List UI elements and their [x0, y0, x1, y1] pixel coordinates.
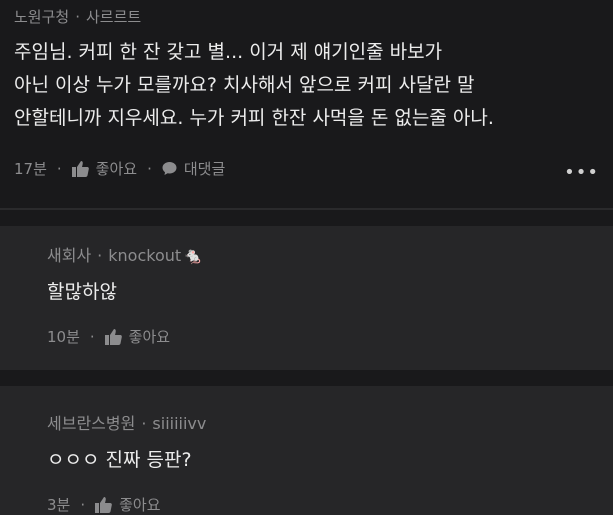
comment-actions: 17분 · 좋아요 · 대댓글	[14, 158, 225, 179]
more-options-icon[interactable]: •••	[564, 162, 599, 183]
comment-line: 주임님. 커피 한 잔 갖고 별... 이거 제 얘기인줄 바보가	[14, 41, 443, 63]
reply-text: 할많하않	[47, 281, 117, 303]
comment-time: 17분	[14, 160, 47, 178]
reply-button[interactable]: 대댓글	[162, 158, 225, 179]
thumbs-up-icon	[95, 496, 112, 513]
comment-line: 아닌 이상 누가 모를까요? 치사해서 앞으로 커피 사달란 말	[14, 74, 475, 96]
comment-text: 주임님. 커피 한 잔 갖고 별... 이거 제 얘기인줄 바보가 아닌 이상 …	[14, 36, 494, 135]
like-button[interactable]: 좋아요	[95, 494, 161, 515]
meta-dot: ·	[56, 159, 62, 178]
reply-time: 10분	[47, 328, 80, 346]
reply-item: 새회사 · knockout 🐁 할많하않 10분 · 좋아요	[0, 226, 613, 370]
reply-actions: 10분 · 좋아요	[47, 326, 170, 347]
reply-label: 대댓글	[183, 160, 226, 178]
like-button[interactable]: 좋아요	[104, 326, 171, 347]
author-company[interactable]: 세브란스병원	[47, 414, 135, 433]
like-button[interactable]: 좋아요	[71, 158, 138, 179]
reply-text: ㅇㅇㅇ 진짜 등판?	[47, 449, 192, 471]
comment-line: 안할테니까 지우세요. 누가 커피 한잔 사먹을 돈 없는줄 아나.	[14, 107, 494, 129]
divider	[0, 208, 613, 210]
reply-meta: 새회사 · knockout 🐁	[47, 242, 203, 266]
meta-dot: ·	[75, 8, 80, 26]
author-nickname[interactable]: 사르르트	[86, 8, 141, 26]
like-label: 좋아요	[128, 328, 171, 346]
like-label: 좋아요	[119, 496, 161, 514]
author-company[interactable]: 새회사	[47, 246, 91, 265]
comment-meta: 노원구청 · 사르르트	[14, 6, 141, 27]
author-nickname[interactable]: knockout	[108, 246, 181, 265]
nickname-badge-icon: 🐁	[183, 246, 204, 265]
reply-time: 3분	[47, 496, 71, 514]
thumbs-up-icon	[104, 328, 122, 345]
meta-dot: ·	[97, 246, 103, 265]
meta-dot: ·	[147, 159, 152, 178]
meta-dot: ·	[80, 495, 86, 514]
meta-dot: ·	[141, 414, 147, 433]
like-label: 좋아요	[95, 160, 138, 178]
author-company[interactable]: 노원구청	[14, 8, 69, 26]
author-nickname[interactable]: siiiiiivv	[152, 414, 206, 433]
reply-item: 세브란스병원 · siiiiiivv ㅇㅇㅇ 진짜 등판? 3분 · 좋아요	[0, 386, 613, 515]
comment-item: 노원구청 · 사르르트 주임님. 커피 한 잔 갖고 별... 이거 제 얘기인줄 …	[0, 0, 613, 196]
thumbs-up-icon	[71, 160, 89, 177]
reply-actions: 3분 · 좋아요	[47, 494, 161, 515]
speech-bubble-icon	[162, 162, 177, 175]
reply-meta: 세브란스병원 · siiiiiivv	[47, 410, 206, 434]
meta-dot: ·	[89, 327, 95, 346]
